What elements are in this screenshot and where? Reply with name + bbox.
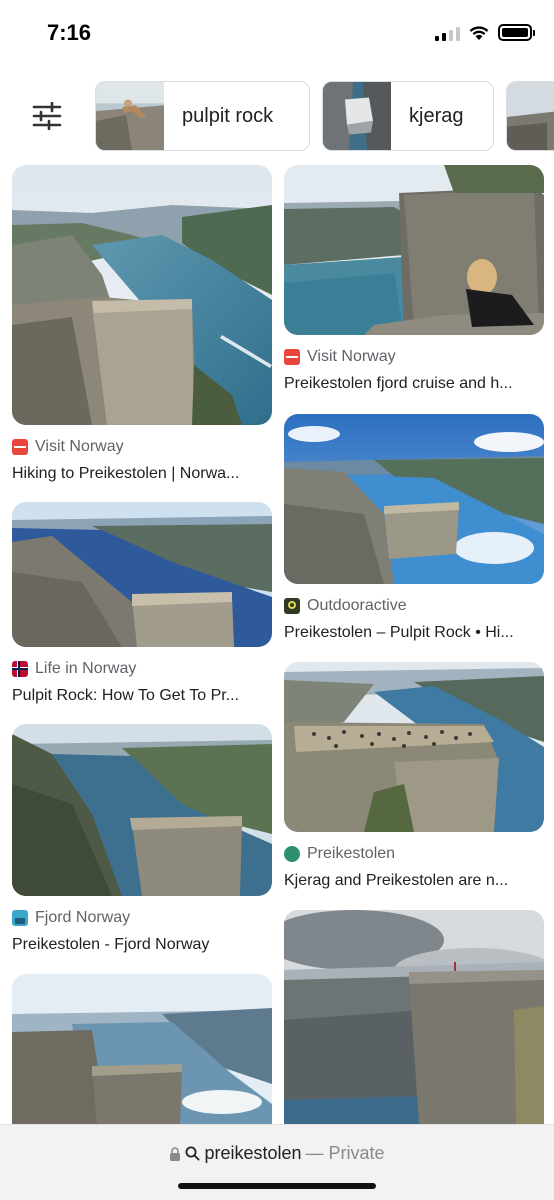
- private-mode-label: — Private: [305, 1143, 385, 1163]
- related-searches-row: pulpit rock kjerag: [0, 66, 554, 166]
- chip-kjerag[interactable]: kjerag: [322, 81, 494, 151]
- result-source-name: Preikestolen: [307, 845, 396, 862]
- result-image[interactable]: [12, 502, 272, 647]
- result-source: Outdooractive: [284, 596, 544, 616]
- sliders-icon: [32, 102, 62, 130]
- home-indicator[interactable]: [178, 1183, 376, 1189]
- result-card[interactable]: [284, 910, 544, 1124]
- result-title[interactable]: Preikestolen – Pulpit Rock • Hi...: [284, 624, 544, 642]
- norway-flag-icon: [12, 661, 28, 677]
- result-source-name: Outdooractive: [307, 597, 407, 614]
- cliff-edge-image: [284, 910, 544, 1124]
- fjord-norway-favicon-icon: [12, 910, 28, 926]
- status-time: 7:16: [47, 20, 92, 45]
- result-source-name: Life in Norway: [35, 660, 137, 677]
- browser-address-bar[interactable]: preikestolen — Private: [0, 1124, 554, 1200]
- result-title[interactable]: Hiking to Preikestolen | Norwa...: [12, 465, 272, 483]
- pulpit-rock-aerial-image: [12, 502, 272, 647]
- woman-on-cliff-image: [284, 165, 544, 335]
- result-source: Preikestolen: [284, 844, 544, 864]
- result-source-name: Visit Norway: [307, 348, 396, 365]
- result-source: Life in Norway: [12, 659, 272, 679]
- result-source: Visit Norway: [284, 347, 544, 367]
- result-card[interactable]: [12, 974, 272, 1124]
- result-image[interactable]: [284, 414, 544, 584]
- visit-norway-favicon-icon: [284, 349, 300, 365]
- result-image[interactable]: [12, 724, 272, 896]
- chip-thumbnail: [323, 82, 391, 150]
- reflection-fjord-image: [284, 414, 544, 584]
- chip-more[interactable]: [506, 81, 554, 151]
- outdooractive-favicon-icon: [284, 598, 300, 614]
- result-title[interactable]: Kjerag and Preikestolen are n...: [284, 872, 544, 890]
- chip-label: kjerag: [409, 104, 464, 127]
- result-title[interactable]: Preikestolen - Fjord Norway: [12, 936, 272, 954]
- filter-settings-button[interactable]: [22, 94, 72, 138]
- result-image[interactable]: [284, 662, 544, 832]
- result-source: Visit Norway: [12, 437, 272, 457]
- result-image[interactable]: [12, 974, 272, 1124]
- visit-norway-favicon-icon: [12, 439, 28, 455]
- result-card[interactable]: Outdooractive Preikestolen – Pulpit Rock…: [284, 414, 544, 642]
- crowded-pulpit-rock-image: [284, 662, 544, 832]
- cellular-signal-icon: [435, 25, 460, 41]
- search-query: preikestolen: [204, 1143, 302, 1163]
- result-card[interactable]: Visit Norway Preikestolen fjord cruise a…: [284, 165, 544, 393]
- preikestolen-favicon-icon: [284, 846, 300, 862]
- result-card[interactable]: Visit Norway Hiking to Preikestolen | No…: [12, 165, 272, 483]
- fjord-cliff-image: [12, 165, 272, 425]
- fjord-overview-image: [12, 724, 272, 896]
- result-card[interactable]: Fjord Norway Preikestolen - Fjord Norway: [12, 724, 272, 954]
- sunlit-fjord-image: [12, 974, 272, 1124]
- result-source-name: Fjord Norway: [35, 909, 131, 926]
- result-image[interactable]: [12, 165, 272, 425]
- battery-icon: [498, 24, 535, 41]
- result-title[interactable]: Preikestolen fjord cruise and h...: [284, 375, 544, 393]
- lock-icon: [170, 1146, 181, 1161]
- result-image[interactable]: [284, 165, 544, 335]
- search-icon: [185, 1146, 200, 1161]
- chip-thumbnail: [507, 82, 554, 150]
- result-card[interactable]: Preikestolen Kjerag and Preikestolen are…: [284, 662, 544, 890]
- status-icons: [435, 24, 535, 41]
- chip-label: pulpit rock: [182, 104, 274, 127]
- result-image[interactable]: [284, 910, 544, 1124]
- chip-pulpit-rock[interactable]: pulpit rock: [95, 81, 310, 151]
- chip-thumbnail: [96, 82, 164, 150]
- result-source: Fjord Norway: [12, 908, 272, 928]
- wifi-icon: [469, 25, 489, 40]
- status-bar: 7:16: [0, 0, 554, 66]
- result-source-name: Visit Norway: [35, 438, 124, 455]
- result-title[interactable]: Pulpit Rock: How To Get To Pr...: [12, 687, 272, 705]
- address-line[interactable]: preikestolen — Private: [0, 1143, 554, 1164]
- result-card[interactable]: Life in Norway Pulpit Rock: How To Get T…: [12, 502, 272, 705]
